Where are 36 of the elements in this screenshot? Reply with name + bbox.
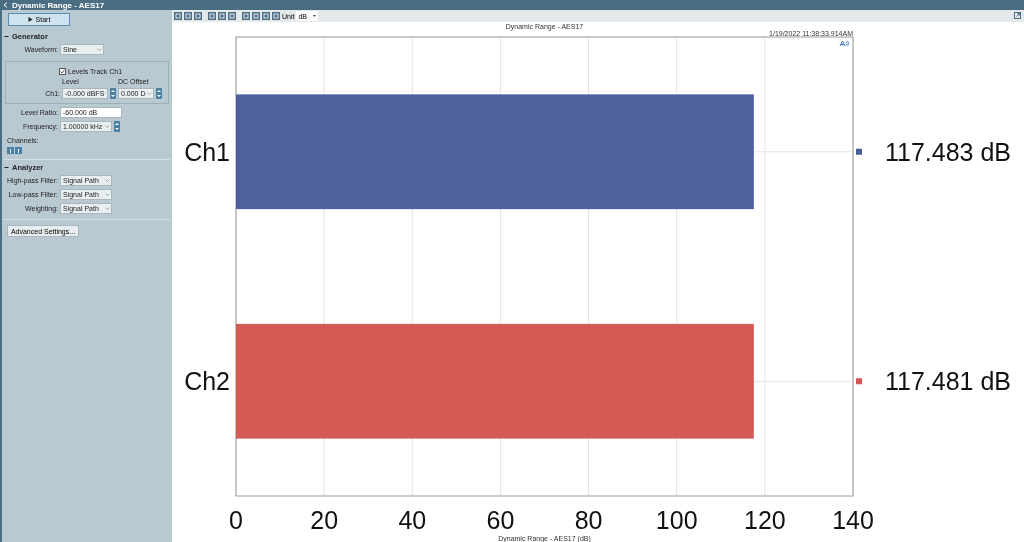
category-label: Ch2 bbox=[184, 367, 230, 396]
toolbar-button[interactable] bbox=[242, 12, 250, 20]
spinner-button[interactable] bbox=[110, 88, 116, 99]
axis-tick-label: 100 bbox=[655, 506, 698, 534]
axis-tick-label: 40 bbox=[398, 506, 427, 534]
toolbar-button[interactable] bbox=[228, 12, 236, 20]
spinner-button[interactable] bbox=[156, 88, 162, 99]
toolbar-button[interactable] bbox=[184, 12, 192, 20]
category-label: Ch1 bbox=[184, 137, 230, 166]
popout-icon[interactable] bbox=[1014, 12, 1021, 19]
up-down-arrows-icon bbox=[111, 90, 115, 97]
value-label: 117.483 dB bbox=[885, 137, 1012, 166]
toolbar-button[interactable] bbox=[262, 12, 270, 20]
toolbar-button[interactable] bbox=[272, 12, 280, 20]
logo-icon bbox=[840, 40, 849, 47]
play-icon bbox=[27, 17, 33, 22]
window-title: Dynamic Range - AES17 bbox=[12, 0, 105, 10]
toolbar-button[interactable] bbox=[194, 12, 202, 20]
value-label: 117.481 dB bbox=[885, 367, 1012, 396]
toolbar-button[interactable] bbox=[208, 12, 216, 20]
up-down-arrows-icon bbox=[115, 123, 119, 130]
back-icon[interactable] bbox=[3, 2, 8, 8]
axis-tick-label: 20 bbox=[310, 506, 339, 534]
axis-tick-label: 120 bbox=[744, 506, 786, 534]
toolbar-button[interactable] bbox=[218, 12, 226, 20]
collapse-icon[interactable] bbox=[4, 165, 9, 170]
axis-tick-label: 60 bbox=[486, 506, 515, 534]
toolbar-button[interactable] bbox=[252, 12, 260, 20]
up-down-arrows-icon bbox=[157, 90, 161, 97]
spinner-button[interactable] bbox=[114, 121, 120, 132]
toolbar-button[interactable] bbox=[174, 12, 182, 20]
axis-tick-label: 140 bbox=[832, 506, 874, 534]
collapse-icon[interactable] bbox=[4, 34, 9, 39]
levels-checkbox[interactable] bbox=[59, 68, 66, 75]
axis-tick-label: 0 bbox=[229, 506, 243, 534]
axis-tick-label: 80 bbox=[574, 506, 603, 534]
